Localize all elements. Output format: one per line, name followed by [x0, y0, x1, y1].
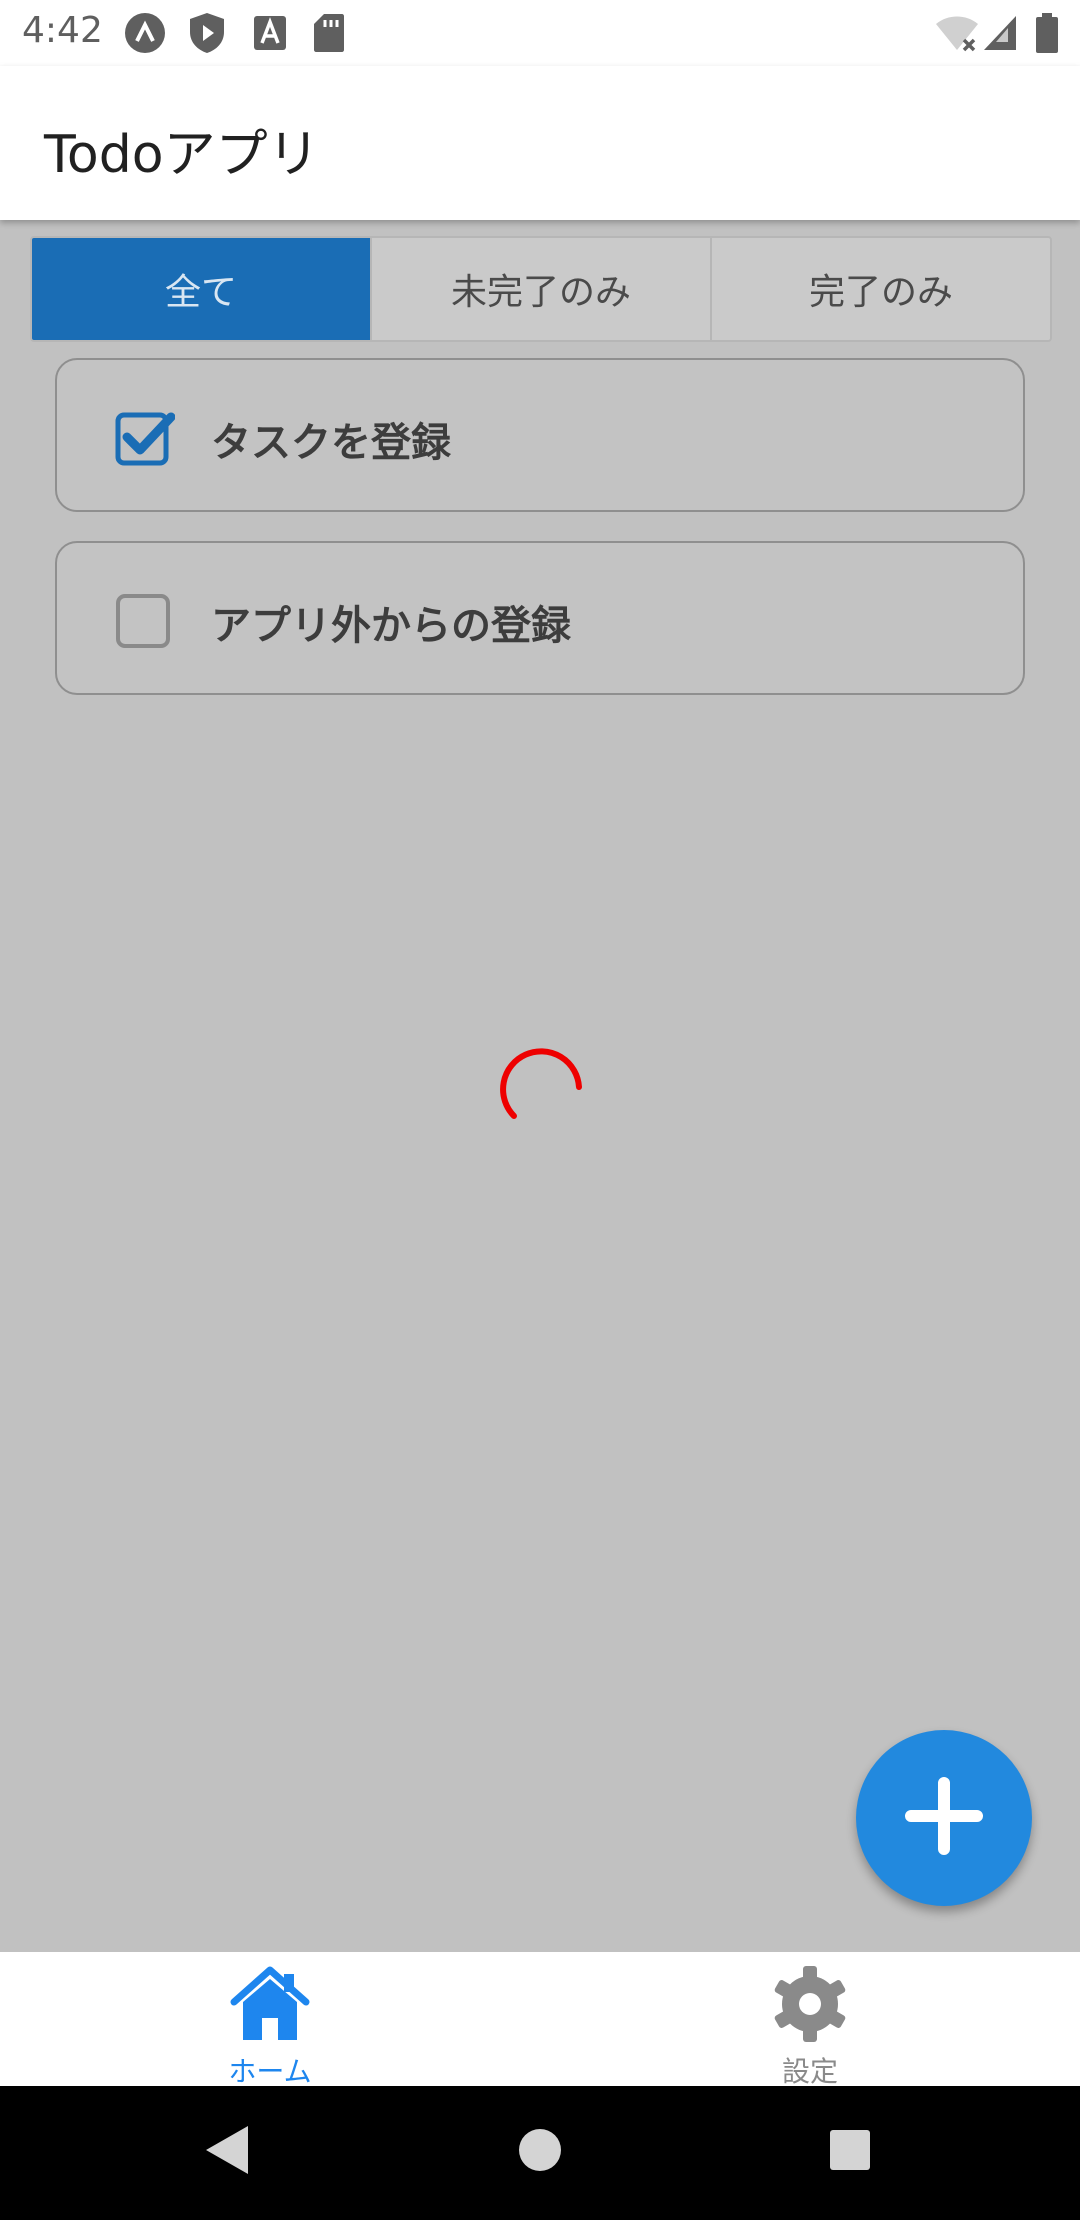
- battery-icon: [1034, 12, 1060, 54]
- gear-icon: [768, 1962, 852, 2046]
- wifi-off-icon: [934, 12, 980, 54]
- nav-a-icon: [124, 12, 166, 54]
- system-nav-bar: [0, 2086, 1080, 2220]
- app-bar: Todoアプリ: [0, 66, 1080, 220]
- cell-signal-icon: [982, 12, 1018, 54]
- home-circle-icon[interactable]: [518, 2124, 562, 2180]
- home-icon: [228, 1962, 312, 2046]
- add-task-button[interactable]: [856, 1730, 1032, 1906]
- app-title: Todoアプリ: [44, 125, 320, 185]
- nav-item-settings[interactable]: 設定: [660, 1952, 960, 2088]
- sd-card-icon: [312, 12, 346, 54]
- task-label: アプリ外からの登録: [211, 603, 571, 649]
- loading-spinner: [498, 1044, 584, 1130]
- tab-incomplete-only[interactable]: 未完了のみ: [372, 238, 712, 340]
- nav-label-settings: 設定: [781, 2055, 838, 2088]
- status-time: 4:42: [22, 10, 103, 51]
- tab-all[interactable]: 全て: [32, 238, 372, 340]
- recents-icon[interactable]: [828, 2124, 872, 2180]
- task-item[interactable]: アプリ外からの登録: [55, 541, 1025, 695]
- tab-complete-only[interactable]: 完了のみ: [712, 238, 1050, 340]
- shield-play-icon: [188, 12, 226, 54]
- nav-item-home[interactable]: ホーム: [120, 1952, 420, 2088]
- checkbox-checked[interactable]: [115, 410, 175, 466]
- filter-tabs: 全て 未完了のみ 完了のみ: [30, 236, 1052, 342]
- task-label: タスクを登録: [211, 420, 451, 466]
- bottom-nav: ホーム 設定: [0, 1952, 1080, 2088]
- checkbox-unchecked[interactable]: [115, 593, 170, 648]
- font-a-icon: [252, 12, 288, 54]
- task-item[interactable]: タスクを登録: [55, 358, 1025, 512]
- nav-label-home: ホーム: [228, 2055, 312, 2088]
- status-bar: 4:42: [0, 0, 1080, 66]
- plus-icon: [905, 1777, 983, 1859]
- back-icon[interactable]: [204, 2124, 250, 2180]
